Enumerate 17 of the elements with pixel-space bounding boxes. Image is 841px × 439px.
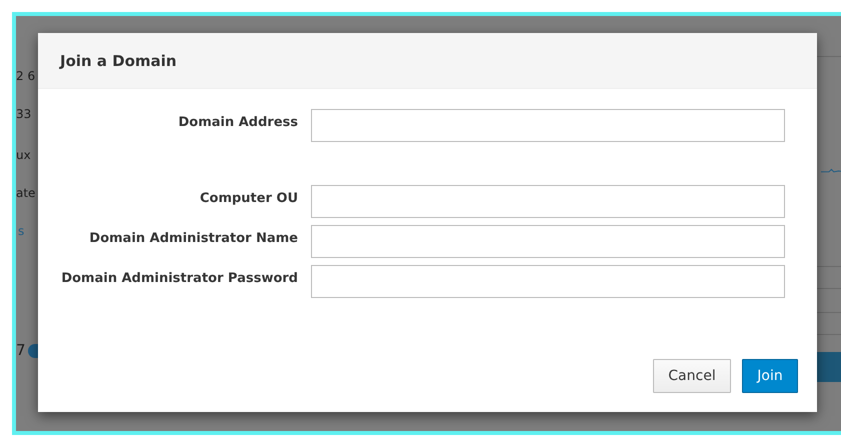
field-label: Computer OU (198, 190, 298, 206)
dialog-title: Join a Domain (60, 52, 177, 70)
join-button[interactable]: Join (742, 359, 798, 393)
input-field[interactable] (311, 265, 785, 298)
field-label: Domain Address (177, 114, 298, 130)
input-field[interactable] (311, 225, 785, 258)
background-text: 7 (16, 341, 26, 359)
background-text: ate (16, 186, 36, 200)
input-field[interactable] (311, 185, 785, 218)
info-icon[interactable] (28, 344, 38, 358)
field-label: Domain Administrator Name (88, 230, 298, 246)
background-text: 33 (16, 107, 32, 121)
input-field[interactable] (311, 109, 785, 142)
field-label: Domain Administrator Password (60, 270, 298, 286)
background-text: ux (16, 148, 31, 162)
cancel-button[interactable]: Cancel (653, 359, 731, 393)
background-text: 2 6 (16, 69, 36, 83)
